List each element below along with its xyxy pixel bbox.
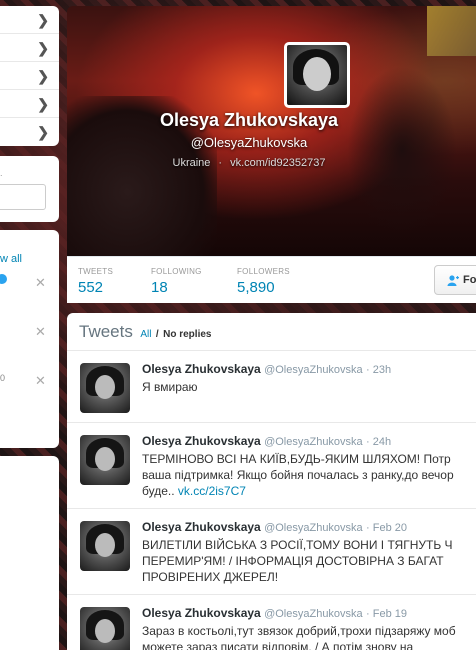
chevron-right-icon: ❯ (37, 40, 49, 56)
stat-followers-label: FOLLOWERS (237, 267, 290, 276)
verified-icon (0, 274, 7, 284)
follow-user-icon (447, 275, 459, 286)
tweet-text: Я вмираю (142, 380, 198, 394)
search-input[interactable] (0, 184, 46, 210)
sidebar-bottom-card (0, 456, 59, 650)
tweet-link[interactable]: vk.cc/2is7C7 (178, 484, 246, 498)
header-photo-crowd (347, 66, 457, 236)
tweet-text: ВИЛЕТІЛИ ВІЙСЬКА З РОСІЇ,ТОМУ ВОНИ І ТЯГ… (142, 538, 453, 584)
tweet-avatar[interactable] (80, 607, 130, 650)
tweets-timeline: Tweets All / No replies Olesya Zhukovska… (67, 313, 476, 650)
tweet-author-name[interactable]: Olesya Zhukovskaya (142, 606, 261, 620)
tweet-author-handle[interactable]: @OlesyaZhukovska (264, 608, 363, 620)
follow-button-label: Fo (463, 274, 476, 286)
tweet-timestamp[interactable]: · 24h (366, 436, 391, 448)
filter-separator: / (155, 329, 159, 340)
who-to-follow-card: w all ✕ ✕ 0 ✕ (0, 230, 59, 448)
stat-tweets[interactable]: TWEETS 552 (78, 267, 113, 296)
stat-followers-value: 5,890 (237, 279, 275, 296)
close-icon[interactable]: ✕ (35, 373, 46, 389)
tweet-timestamp[interactable]: · Feb 20 (366, 522, 407, 534)
nav-menu-item[interactable]: ❯ (0, 6, 59, 34)
stat-tweets-label: TWEETS (78, 267, 114, 276)
profile-meta: Ukraine · vk.com/id92352737 (0, 157, 476, 169)
tweet-item[interactable]: Olesya Zhukovskaya @OlesyaZhukovska · Fe… (67, 509, 476, 595)
nav-menu-item[interactable]: ❯ (0, 62, 59, 90)
tweet-author-handle[interactable]: @OlesyaZhukovska (264, 522, 363, 534)
tweet-author-handle[interactable]: @OlesyaZhukovska (264, 364, 363, 376)
timeline-title: Tweets (79, 322, 133, 341)
profile-url-link[interactable]: vk.com/id92352737 (230, 157, 325, 169)
tweet-timestamp[interactable]: · 23h (366, 364, 391, 376)
tweet-author-name[interactable]: Olesya Zhukovskaya (142, 520, 261, 534)
tweet-item[interactable]: Olesya Zhukovskaya @OlesyaZhukovska · 24… (67, 423, 476, 509)
tweet-author-name[interactable]: Olesya Zhukovskaya (142, 362, 261, 376)
stat-tweets-value: 552 (78, 279, 104, 296)
profile-name: Olesya Zhukovskaya (159, 110, 339, 130)
stat-following[interactable]: FOLLOWING 18 (151, 267, 202, 296)
tweet-avatar[interactable] (80, 363, 130, 413)
stat-followers[interactable]: FOLLOWERS 5,890 (237, 267, 290, 296)
profile-avatar[interactable] (284, 42, 350, 108)
follow-button[interactable]: Fo (434, 265, 476, 295)
tweet-header: Olesya Zhukovskaya @OlesyaZhukovska · 23… (142, 362, 391, 376)
timeline-header: Tweets All / No replies (67, 313, 476, 351)
chevron-right-icon: ❯ (37, 68, 49, 84)
tweet-author-name[interactable]: Olesya Zhukovskaya (142, 434, 261, 448)
filter-all-link[interactable]: All (140, 329, 151, 340)
tweet-avatar[interactable] (80, 435, 130, 485)
profile-location: Ukraine (172, 157, 211, 169)
profile-stats-bar: TWEETS 552 FOLLOWING 18 FOLLOWERS 5,890 … (67, 256, 476, 303)
tweet-header: Olesya Zhukovskaya @OlesyaZhukovska · Fe… (142, 520, 407, 534)
header-photo-flag (427, 6, 476, 56)
meta-separator: · (218, 157, 223, 169)
profile-handle: @OlesyaZhukovska (190, 135, 308, 150)
search-card-label: . (0, 168, 3, 178)
tweet-header: Olesya Zhukovskaya @OlesyaZhukovska · 24… (142, 434, 391, 448)
tweet-timestamp[interactable]: · Feb 19 (366, 608, 407, 620)
tweet-header: Olesya Zhukovskaya @OlesyaZhukovska · Fe… (142, 606, 407, 620)
close-icon[interactable]: ✕ (35, 275, 46, 291)
nav-menu-item[interactable]: ❯ (0, 34, 59, 62)
suggestion-meta: 0 (0, 373, 6, 383)
tweet-text: ТЕРМІНОВО ВСІ НА КИЇВ,БУДЬ-ЯКИМ ШЛЯХОМ! … (142, 452, 454, 498)
tweet-text: Зараз в костьолі,тут звязок добрий,трохи… (142, 624, 456, 650)
tweet-item[interactable]: Olesya Zhukovskaya @OlesyaZhukovska · 23… (67, 351, 476, 423)
stat-following-value: 18 (151, 279, 168, 296)
tweet-item[interactable]: Olesya Zhukovskaya @OlesyaZhukovska · Fe… (67, 595, 476, 650)
profile-header (67, 6, 476, 256)
tweet-avatar[interactable] (80, 521, 130, 571)
tweet-author-handle[interactable]: @OlesyaZhukovska (264, 436, 363, 448)
view-all-link[interactable]: w all (0, 253, 22, 265)
chevron-right-icon: ❯ (37, 12, 49, 28)
filter-no-replies[interactable]: No replies (163, 329, 211, 340)
close-icon[interactable]: ✕ (35, 324, 46, 340)
stat-following-label: FOLLOWING (151, 267, 202, 276)
